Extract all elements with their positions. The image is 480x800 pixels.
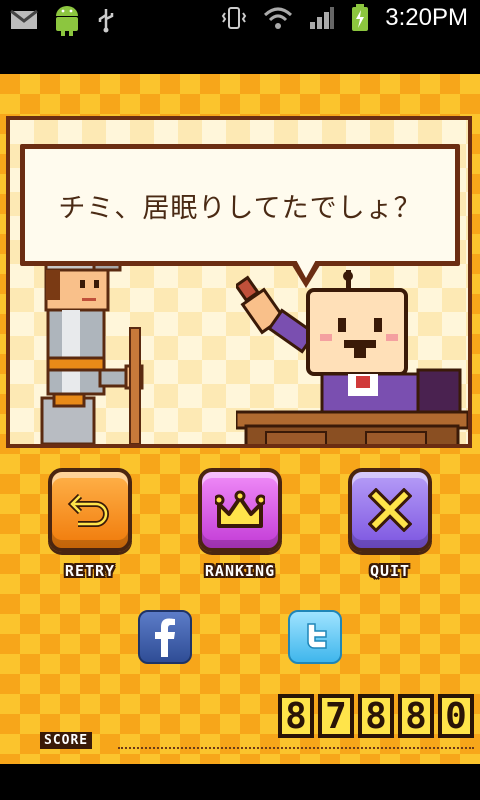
- ranking-label: RANKING: [204, 562, 276, 580]
- status-bar: 3:20PM: [0, 0, 480, 38]
- close-icon: [368, 488, 412, 532]
- score-digit: 8: [358, 694, 394, 738]
- score-label: SCORE: [40, 732, 93, 749]
- quit-button[interactable]: [348, 468, 432, 552]
- quit-label: QUIT: [369, 562, 411, 580]
- top-band: [0, 38, 480, 74]
- score-digit: 8: [278, 694, 314, 738]
- cutscene-panel: チミ、居眠りしてたでしょ？: [6, 116, 472, 448]
- retry-button[interactable]: [48, 468, 132, 552]
- speech-bubble: チミ、居眠りしてたでしょ？: [20, 144, 460, 266]
- twitter-button[interactable]: [288, 610, 342, 664]
- score-value: 8 7 8 8 0: [278, 694, 474, 738]
- bottom-band: [0, 764, 480, 800]
- crown-icon: [215, 490, 265, 528]
- twitter-icon: [307, 623, 327, 649]
- score-digit: 7: [318, 694, 354, 738]
- signal-icon: [310, 7, 335, 29]
- retry-icon: [67, 493, 109, 527]
- boss-character: [236, 270, 468, 444]
- score-digit: 0: [438, 694, 474, 738]
- facebook-button[interactable]: [138, 610, 192, 664]
- status-time: 3:20PM: [385, 4, 468, 31]
- retry-label: RETRY: [64, 562, 116, 580]
- worker-character: [40, 248, 144, 444]
- android-icon: [56, 6, 78, 36]
- vibrate-icon: [222, 7, 247, 29]
- usb-icon: [98, 9, 114, 33]
- facebook-icon: [155, 618, 175, 657]
- ranking-button[interactable]: [198, 468, 282, 552]
- wifi-icon: [264, 7, 293, 29]
- score-divider: [118, 747, 474, 749]
- battery-charging-icon: [352, 4, 369, 31]
- game-screen: チミ、居眠りしてたでしょ？ RETRY RANKING QUIT SCORE 8…: [0, 74, 480, 764]
- dialogue-text: チミ、居眠りしてたでしょ？: [58, 192, 422, 224]
- gmail-icon: [10, 9, 38, 29]
- score-digit: 8: [398, 694, 434, 738]
- speech-bubble-tail-fill: [295, 258, 317, 278]
